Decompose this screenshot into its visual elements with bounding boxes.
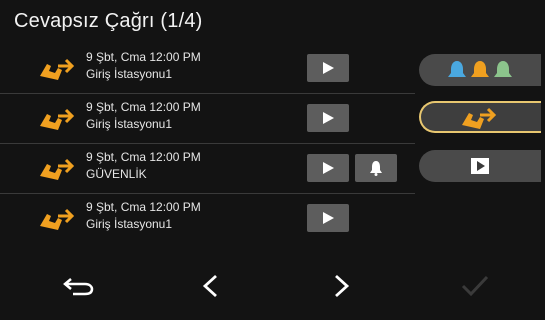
call-station: GÜVENLİK — [86, 167, 147, 181]
missed-call-tab[interactable] — [419, 101, 541, 133]
video-tab[interactable] — [419, 150, 541, 182]
list-item[interactable]: 9 Şbt, Cma 12:00 PM Giriş İstasyonu1 — [0, 194, 415, 243]
list-item[interactable]: 9 Şbt, Cma 12:00 PM Giriş İstasyonu1 — [0, 44, 415, 94]
missed-call-list: 9 Şbt, Cma 12:00 PM Giriş İstasyonu1 9 Ş… — [0, 44, 415, 243]
call-station: Giriş İstasyonu1 — [86, 217, 173, 231]
play-box-icon — [471, 158, 489, 174]
call-station: Giriş İstasyonu1 — [86, 67, 173, 81]
missed-call-icon — [40, 58, 75, 80]
call-time: 9 Şbt, Cma 12:00 PM — [86, 150, 201, 164]
play-button[interactable] — [307, 154, 349, 182]
bell-button[interactable] — [355, 154, 397, 182]
missed-call-icon — [40, 208, 75, 230]
play-icon — [323, 162, 334, 174]
confirm-button[interactable] — [445, 264, 505, 308]
play-button[interactable] — [307, 54, 349, 82]
back-icon — [63, 278, 94, 296]
next-icon — [335, 274, 350, 298]
bells-tab[interactable] — [419, 54, 541, 86]
missed-call-icon — [40, 158, 75, 180]
play-icon — [323, 212, 334, 224]
call-time: 9 Şbt, Cma 12:00 PM — [86, 100, 201, 114]
page-title: Cevapsız Çağrı (1/4) — [14, 10, 203, 32]
check-icon — [461, 275, 489, 297]
previous-button[interactable] — [180, 264, 240, 308]
play-button[interactable] — [307, 204, 349, 232]
next-button[interactable] — [312, 264, 372, 308]
colored-bells-icon — [448, 61, 512, 77]
list-item[interactable]: 9 Şbt, Cma 12:00 PM GÜVENLİK — [0, 144, 415, 194]
bottom-nav — [0, 252, 545, 320]
missed-call-icon — [40, 108, 75, 130]
list-item[interactable]: 9 Şbt, Cma 12:00 PM Giriş İstasyonu1 — [0, 94, 415, 144]
call-station: Giriş İstasyonu1 — [86, 117, 173, 131]
play-icon — [323, 112, 334, 124]
play-icon — [323, 62, 334, 74]
call-time: 9 Şbt, Cma 12:00 PM — [86, 50, 201, 64]
previous-icon — [202, 274, 217, 298]
bell-icon — [370, 161, 382, 176]
call-time: 9 Şbt, Cma 12:00 PM — [86, 200, 201, 214]
missed-call-icon — [462, 107, 497, 129]
back-button[interactable] — [48, 264, 108, 308]
play-button[interactable] — [307, 104, 349, 132]
